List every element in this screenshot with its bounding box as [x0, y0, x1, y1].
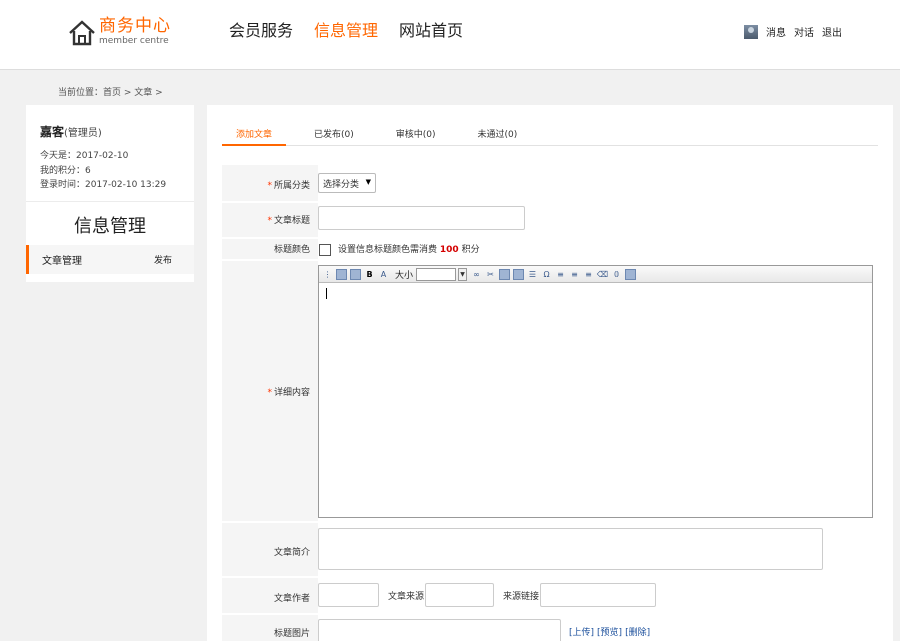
tab-under-review[interactable]: 审核中(0)	[382, 122, 450, 146]
color-checkbox[interactable]	[319, 244, 331, 256]
rich-text-editor: ⋮ B A 大小 ▼ ∞ ✂ ☰ Ω ≡ ≡ ≡ ⌫ 𝟘	[318, 265, 873, 518]
main-panel: 添加文章 已发布(0) 审核中(0) 未通过(0) *所属分类 选择分类 *文章…	[207, 105, 893, 641]
tab-bar: 添加文章 已发布(0) 审核中(0) 未通过(0)	[222, 122, 878, 146]
image-label: 标题图片	[273, 629, 310, 639]
main-nav: 会员服务 信息管理 网站首页	[229, 20, 484, 42]
summary-label: 文章简介	[273, 548, 310, 558]
source-link-input[interactable]	[540, 583, 656, 607]
breadcrumb: 当前位置：首页 > 文章 >	[58, 88, 163, 98]
logout-link[interactable]: 退出	[822, 24, 842, 39]
content-label: * 详细内容	[267, 388, 310, 398]
source-link-label: 来源链接	[503, 592, 540, 602]
summary-textarea[interactable]	[318, 528, 823, 570]
title-input[interactable]	[318, 206, 525, 230]
color-note-suffix: 积分	[461, 245, 480, 255]
link-icon[interactable]: ∞	[471, 269, 482, 280]
font-color-icon[interactable]: A	[378, 269, 389, 280]
font-size-select[interactable]	[416, 267, 457, 281]
nav-member-service[interactable]: 会员服务	[229, 20, 293, 42]
category-select[interactable]: 选择分类	[318, 173, 376, 193]
tab-add-article[interactable]: 添加文章	[222, 122, 287, 146]
unlink-icon[interactable]: ✂	[485, 269, 496, 280]
nav-info-management[interactable]: 信息管理	[314, 20, 378, 42]
top-header: 商务中心 member centre 会员服务 信息管理 网站首页 消息 对话 …	[0, 0, 900, 70]
user-area: 消息 对话 退出	[744, 24, 850, 39]
eraser-icon[interactable]: ⌫	[597, 269, 608, 280]
logo[interactable]: 商务中心 member centre	[68, 17, 171, 47]
paste-word-icon[interactable]	[350, 268, 361, 280]
source-icon[interactable]: ⋮	[322, 269, 333, 280]
editor-content-area[interactable]	[319, 283, 872, 517]
logo-subtitle: member centre	[99, 36, 169, 46]
row-divider	[222, 613, 318, 615]
editor-toolbar: ⋮ B A 大小 ▼ ∞ ✂ ☰ Ω ≡ ≡ ≡ ⌫ 𝟘	[319, 266, 872, 283]
sidebar-section-title: 信息管理	[26, 201, 194, 243]
nav-site-home[interactable]: 网站首页	[399, 20, 463, 42]
table-icon[interactable]	[513, 268, 525, 280]
image-input[interactable]	[318, 619, 561, 641]
chat-link[interactable]: 对话	[794, 24, 814, 39]
color-note-prefix: 设置信息标题颜色需消费	[338, 245, 438, 255]
row-divider	[222, 521, 318, 523]
home-icon	[69, 20, 95, 46]
upload-link[interactable]: [上传]	[569, 628, 594, 638]
login-time: 登录时间：2017-02-10 13:29	[40, 180, 167, 190]
attachment-icon[interactable]: 𝟘	[611, 269, 622, 280]
fullscreen-icon[interactable]	[625, 268, 637, 280]
delete-link[interactable]: [删除]	[625, 628, 650, 638]
user-name-text: 嘉客	[40, 125, 65, 139]
content-label-text: 详细内容	[273, 388, 310, 398]
category-label: * 所属分类	[267, 181, 310, 191]
sidebar-item-article-management[interactable]: 文章管理 发布	[26, 245, 194, 274]
color-note: 设置信息标题颜色需消费 100 积分	[338, 242, 480, 255]
row-divider	[222, 237, 318, 239]
title-label: * 文章标题	[267, 216, 310, 226]
paste-icon[interactable]	[336, 268, 347, 280]
row-divider	[222, 201, 318, 203]
today-date: 今天是：2017-02-10	[40, 151, 129, 161]
category-label-text: 所属分类	[273, 181, 310, 191]
image-actions: [上传] [预览] [删除]	[569, 625, 653, 638]
title-label-text: 文章标题	[273, 216, 310, 226]
color-label: 标题颜色	[273, 245, 310, 255]
source-label: 文章来源	[388, 592, 425, 602]
chevron-down-icon[interactable]: ▼	[458, 267, 468, 281]
special-char-icon[interactable]: Ω	[541, 269, 552, 280]
author-input[interactable]	[318, 583, 379, 607]
text-caret	[326, 288, 327, 299]
align-center-icon[interactable]: ≡	[569, 269, 580, 280]
publish-link[interactable]: 发布	[154, 253, 172, 266]
align-right-icon[interactable]: ≡	[583, 269, 594, 280]
sidebar: 嘉客(管理员) 今天是：2017-02-10 我的积分：6 登录时间：2017-…	[26, 105, 194, 282]
logo-title: 商务中心	[99, 16, 171, 36]
source-input[interactable]	[425, 583, 494, 607]
sidebar-item-label: 文章管理	[42, 256, 82, 267]
tab-published[interactable]: 已发布(0)	[300, 122, 368, 146]
bold-icon[interactable]: B	[364, 269, 375, 280]
user-name: 嘉客(管理员)	[40, 123, 102, 140]
font-size-label: 大小	[395, 270, 414, 281]
color-note-points: 100	[439, 245, 459, 255]
user-role: (管理员)	[64, 128, 102, 139]
preview-link[interactable]: [预览]	[597, 628, 622, 638]
align-left-icon[interactable]: ≡	[555, 269, 566, 280]
author-label: 文章作者	[273, 594, 310, 604]
row-divider	[222, 576, 318, 578]
row-divider	[222, 259, 318, 261]
messages-link[interactable]: 消息	[766, 24, 786, 39]
horizontal-rule-icon[interactable]: ☰	[527, 269, 538, 280]
user-points: 我的积分：6	[40, 165, 91, 176]
user-info: 今天是：2017-02-10 我的积分：6 登录时间：2017-02-10 13…	[40, 149, 166, 193]
tab-rejected[interactable]: 未通过(0)	[464, 122, 532, 146]
image-icon[interactable]	[499, 268, 511, 280]
avatar[interactable]	[744, 24, 758, 39]
